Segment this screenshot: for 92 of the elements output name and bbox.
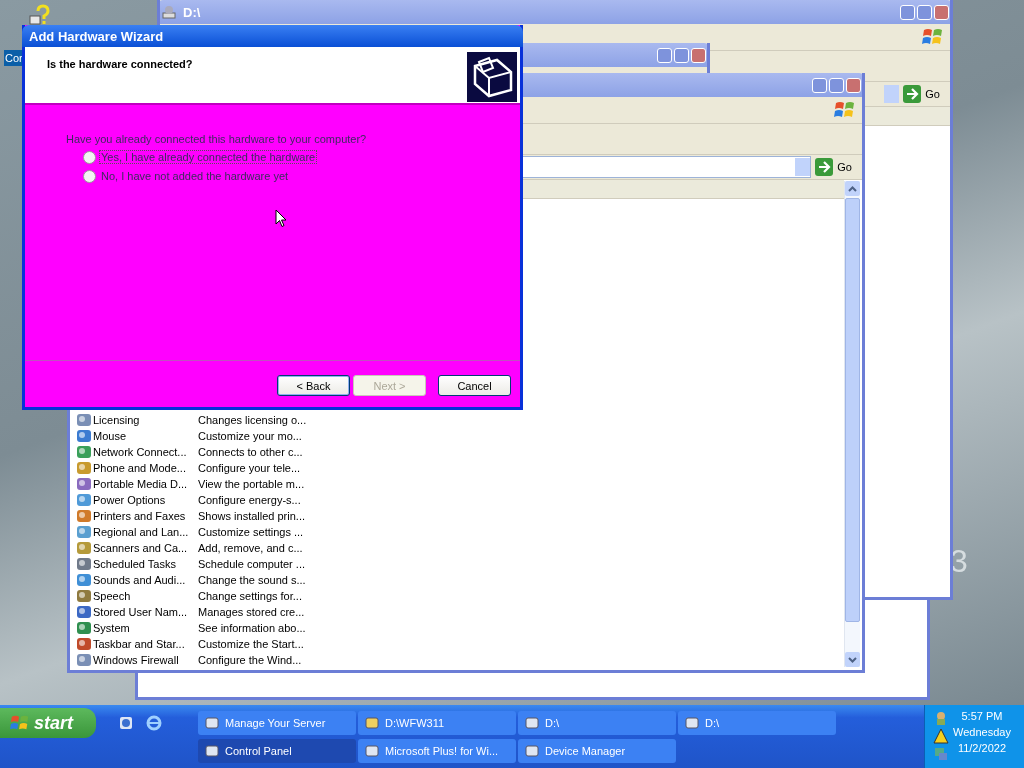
window-icon [684,714,700,731]
dialog-title: Add Hardware Wizard [29,28,164,44]
taskbar-button[interactable]: Control Panel [198,738,356,763]
applet-description: Changes licensing o... [198,414,307,426]
taskbar-button[interactable]: Microsoft Plus! for Wi... [358,738,516,763]
dialog-button[interactable]: < Back [277,375,350,396]
applet-description: Configure energy-s... [198,494,301,506]
radio-option[interactable]: No, I have not added the hardware yet [83,169,291,183]
applet-icon [76,476,92,492]
window-icon [364,742,380,759]
applet-icon [76,540,92,556]
maximize-button[interactable] [829,77,844,93]
applet-icon [76,428,92,444]
applet-name[interactable]: Portable Media D... [76,476,198,492]
browser-icon[interactable] [146,715,162,731]
applet-name[interactable]: Scanners and Ca... [76,540,198,556]
applet-name[interactable]: Printers and Faxes [76,508,198,524]
applet-icon [76,524,92,540]
applet-description: Configure the Wind... [198,654,302,666]
applet-name[interactable]: System [76,620,198,636]
window-icon [204,714,220,731]
desktop-shortcut-icon[interactable] [118,715,134,731]
applet-description: Customize settings ... [198,526,304,538]
applet-description: Manages stored cre... [198,606,305,618]
applet-description: Schedule computer ... [198,558,305,570]
applet-name[interactable]: Phone and Mode... [76,460,198,476]
applet-name[interactable]: Stored User Nam... [76,604,198,620]
scroll-thumb[interactable] [845,198,860,622]
minimize-button[interactable] [812,77,827,93]
scrollbar[interactable] [844,181,860,667]
applet-name[interactable]: Windows Firewall [76,652,198,668]
taskbar-button[interactable]: D:\WFW311 [358,710,516,735]
scroll-up-button[interactable] [845,181,860,196]
hardware-icon [467,52,517,102]
minimize-button[interactable] [900,4,915,20]
applet-description: Change the sound s... [198,574,306,586]
minimize-button[interactable] [657,47,672,63]
dialog-heading: Is the hardware connected? [47,58,193,72]
maximize-button[interactable] [674,47,689,63]
maximize-button[interactable] [917,4,932,20]
applet-description: Customize the Start... [198,638,304,650]
close-button[interactable] [846,77,861,93]
clock-time: 5:57 PM [961,710,1003,722]
applet-icon [76,492,92,508]
close-button[interactable] [691,47,706,63]
applet-name[interactable]: Scheduled Tasks [76,556,198,572]
taskbar-button[interactable]: Device Manager [518,738,676,763]
close-button[interactable] [934,4,949,20]
clock-date: 11/2/2022 [957,742,1006,754]
window-title: D:\ [183,4,201,20]
help-icon [28,4,52,28]
applet-name[interactable]: Power Options [76,492,198,508]
clock-day: Wednesday [953,726,1011,738]
applet-name[interactable]: Sounds and Audi... [76,572,198,588]
applet-description: See information abo... [198,622,306,634]
applet-icon [76,460,92,476]
applet-name[interactable]: Network Connect... [76,444,198,460]
applet-name[interactable]: Taskbar and Star... [76,636,198,652]
applet-icon [76,636,92,652]
applet-name[interactable]: Licensing [76,412,198,428]
applet-description: Configure your tele... [198,462,301,474]
scroll-down-button[interactable] [845,652,860,667]
applet-icon [76,620,92,636]
applet-icon [76,604,92,620]
applet-icon [76,412,92,428]
applet-icon [76,508,92,524]
taskbar-button[interactable]: D:\ [518,710,676,735]
window-icon [524,714,540,731]
applet-description: View the portable m... [198,478,305,490]
drive-icon [161,4,177,20]
applet-description: Customize your mo... [198,430,302,442]
applet-icon [76,572,92,588]
question-text: Have you already connected this hardware to your computer? [66,133,368,145]
window-icon [204,742,220,759]
window-icon [524,742,540,759]
applet-name[interactable]: Regional and Lan... [76,524,198,540]
dialog-button[interactable]: Cancel [438,375,511,396]
applet-description: Connects to other c... [198,446,303,458]
applet-description: Change settings for... [198,590,302,602]
applet-name[interactable]: Mouse [76,428,198,444]
applet-icon [76,588,92,604]
mouse-cursor-icon [275,209,287,228]
window-icon [364,714,380,731]
applet-icon [76,444,92,460]
applet-description: Add, remove, and c... [198,542,303,554]
taskbar-button[interactable]: Manage Your Server [198,710,356,735]
applet-description: Shows installed prin... [198,510,305,522]
desktop-icon-label[interactable]: Cor [4,50,24,66]
taskbar-button[interactable]: D:\ [678,710,836,735]
applet-name[interactable]: Speech [76,588,198,604]
warning-icon[interactable] [933,728,949,744]
applet-icon [76,556,92,572]
